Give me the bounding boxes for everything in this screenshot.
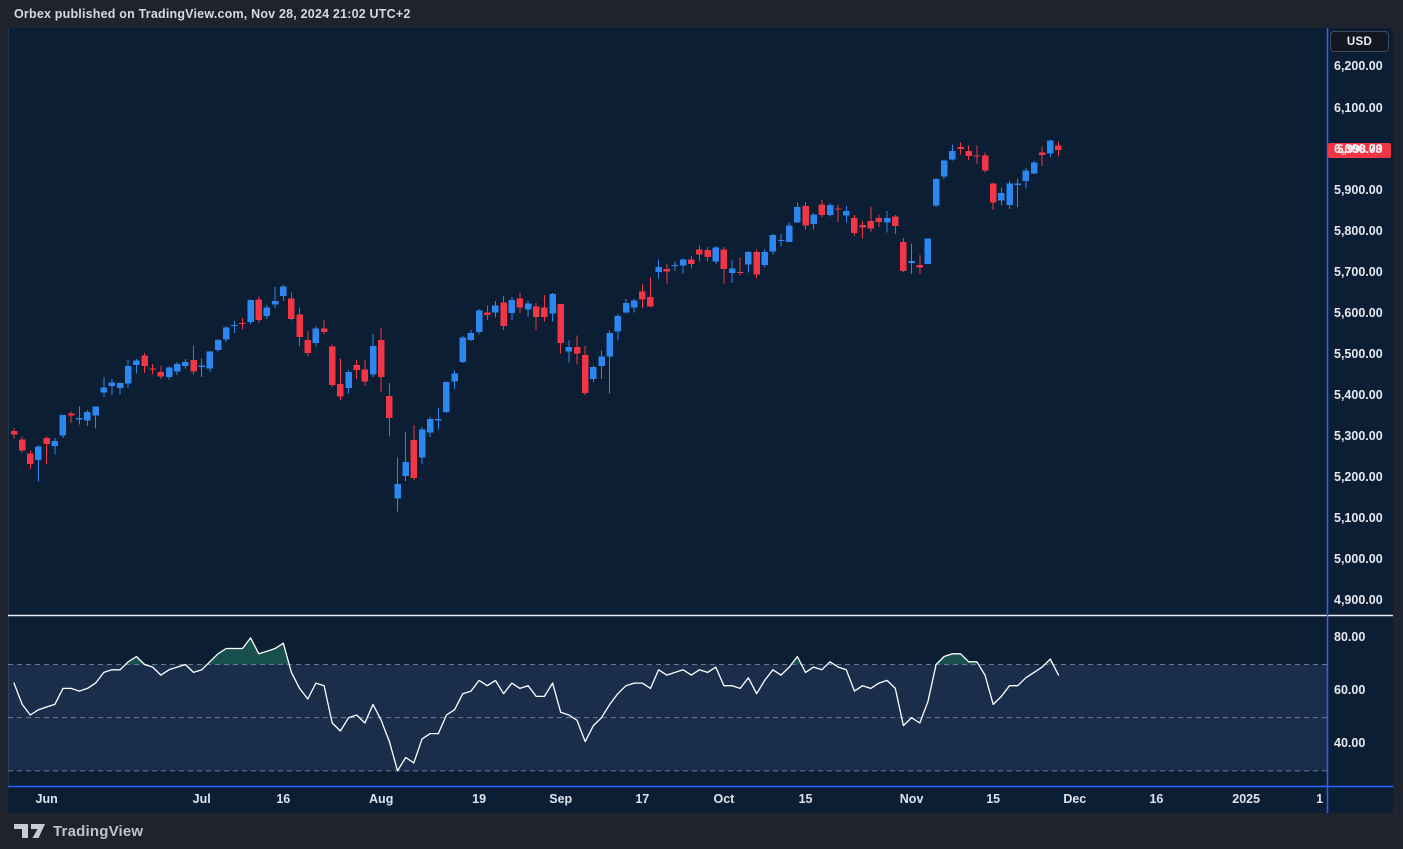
time-tick-2025: 2025	[1232, 792, 1261, 806]
currency-button[interactable]: USD	[1330, 31, 1389, 52]
price-tick: 5,500.00	[1334, 346, 1383, 361]
price-tick: 5,200.00	[1334, 470, 1383, 485]
chart-canvas[interactable]: USD 5,998.73 6,200.00 6,100.00 6,000.00 5,9…	[8, 28, 1393, 813]
price-tick: 6,100.00	[1334, 100, 1383, 115]
time-tick-1: 1	[1316, 792, 1324, 806]
time-tick-19: 19	[472, 792, 487, 806]
time-tick-16: 16	[1149, 792, 1164, 806]
time-tick-15: 15	[986, 792, 1001, 806]
rsi-tick: 40.00	[1334, 736, 1366, 751]
price-tick: 6,200.00	[1334, 59, 1383, 74]
price-tick: 5,800.00	[1334, 223, 1383, 238]
time-tick-16: 16	[276, 792, 291, 806]
price-tick: 6,000.00	[1334, 141, 1383, 156]
candlestick-series	[10, 139, 1062, 512]
rsi-tick: 80.00	[1334, 629, 1366, 644]
time-tick-15: 15	[798, 792, 813, 806]
time-tick-17: 17	[635, 792, 650, 806]
time-tick-Jun: Jun	[35, 792, 58, 806]
price-tick: 4,900.00	[1334, 593, 1383, 608]
chart-plot[interactable]	[8, 28, 1393, 813]
chart-left-edge	[8, 28, 9, 786]
price-tick: 5,600.00	[1334, 305, 1383, 320]
price-tick: 5,700.00	[1334, 264, 1383, 279]
time-tick-Sep: Sep	[549, 792, 573, 806]
publish-bar: Orbex published on TradingView.com, Nov …	[0, 0, 1403, 28]
tradingview-logo-icon[interactable]	[13, 821, 47, 841]
footer: TradingView	[0, 813, 1403, 849]
price-tick: 5,300.00	[1334, 429, 1383, 444]
price-tick: 5,400.00	[1334, 388, 1383, 403]
tradingview-snapshot: Orbex published on TradingView.com, Nov …	[0, 0, 1403, 849]
time-tick-Dec: Dec	[1063, 792, 1087, 806]
price-tick: 5,900.00	[1334, 182, 1383, 197]
price-tick: 5,100.00	[1334, 511, 1383, 526]
publish-text: Orbex published on TradingView.com, Nov …	[14, 7, 411, 21]
time-tick-Nov: Nov	[899, 792, 924, 806]
time-tick-Aug: Aug	[369, 792, 394, 806]
time-tick-Jul: Jul	[192, 792, 211, 806]
time-tick-Oct: Oct	[713, 792, 735, 806]
rsi-tick: 60.00	[1334, 683, 1366, 698]
price-tick: 5,000.00	[1334, 552, 1383, 567]
tradingview-brand-link[interactable]: TradingView	[53, 823, 143, 840]
